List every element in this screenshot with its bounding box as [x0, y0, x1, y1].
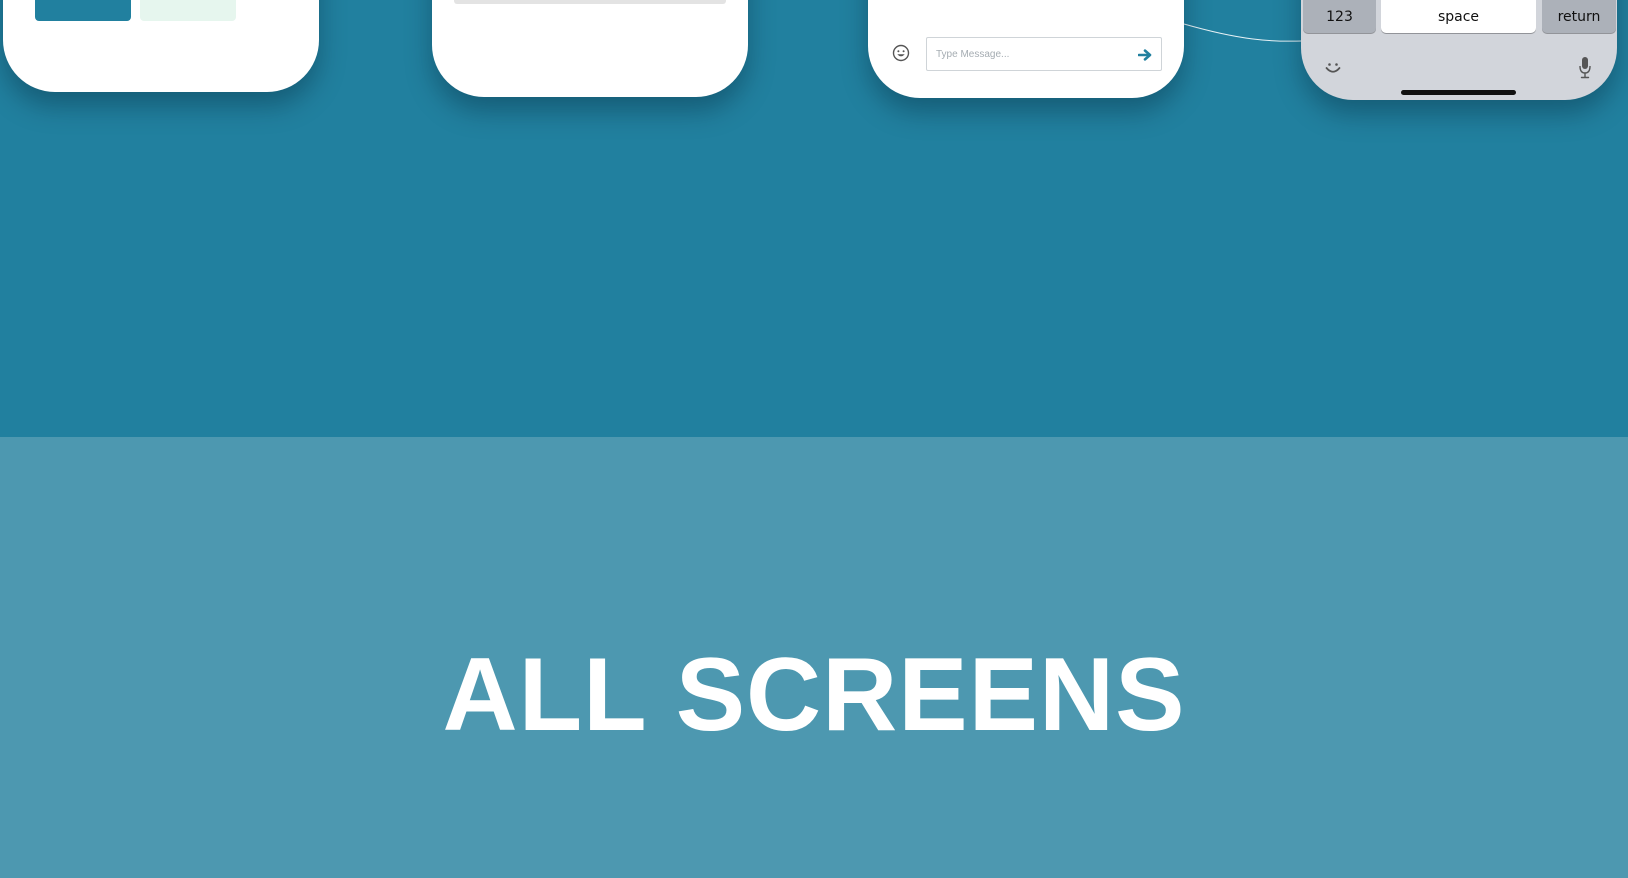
- key-numbers[interactable]: 123: [1303, 0, 1376, 33]
- key-return[interactable]: return: [1542, 0, 1616, 33]
- key-space-label: space: [1437, 8, 1480, 25]
- send-button[interactable]: [1137, 47, 1153, 63]
- content-bar: [454, 0, 726, 4]
- phone-screen-1: [3, 0, 319, 92]
- message-input[interactable]: [936, 38, 1126, 70]
- phone-screen-keyboard: 123 space return: [1301, 0, 1617, 100]
- presentation-canvas: 123 space return ALL SCREENS: [0, 0, 1628, 878]
- phone-screen-chat: [868, 0, 1184, 98]
- primary-button[interactable]: [35, 0, 131, 21]
- section-title: ALL SCREENS: [442, 637, 1186, 753]
- arrow-right-icon: [1138, 49, 1152, 61]
- microphone-icon[interactable]: [1577, 56, 1593, 80]
- phone-screen-2: [432, 0, 748, 97]
- smiley-icon[interactable]: [892, 44, 910, 62]
- secondary-button[interactable]: [140, 0, 236, 21]
- key-numbers-label: 123: [1326, 8, 1353, 25]
- emoji-icon[interactable]: [1323, 58, 1343, 78]
- key-return-label: return: [1557, 8, 1601, 25]
- message-field[interactable]: [926, 37, 1162, 71]
- home-indicator[interactable]: [1401, 90, 1516, 95]
- key-space[interactable]: space: [1381, 0, 1536, 33]
